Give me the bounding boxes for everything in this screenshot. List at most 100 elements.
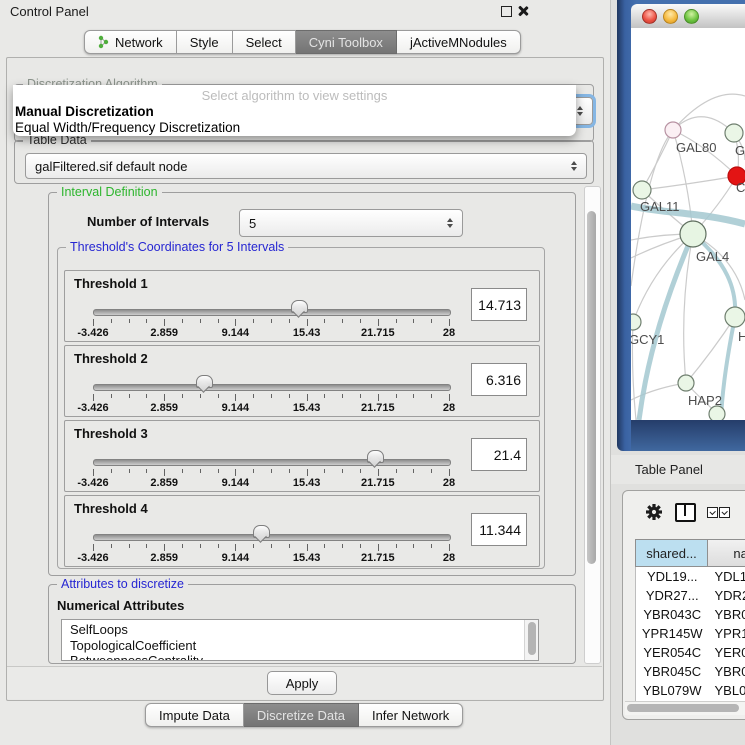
slider-track[interactable] xyxy=(93,534,451,541)
table-row[interactable]: YPR145WYPR1 xyxy=(636,624,745,643)
table-cell[interactable]: YBL0 xyxy=(709,683,745,698)
table-cell[interactable]: YBR0 xyxy=(709,607,745,622)
panel-scrollbar[interactable] xyxy=(584,186,601,664)
numerical-attributes-label: Numerical Attributes xyxy=(57,598,184,613)
node-top-right[interactable] xyxy=(725,124,743,142)
list-scrollbar[interactable] xyxy=(524,620,538,660)
network-edge-thick[interactable] xyxy=(721,317,735,420)
slider-thumb[interactable] xyxy=(253,525,270,538)
select-none-checkbox-icon[interactable] xyxy=(719,507,730,518)
table-row[interactable]: YBL079WYBL0 xyxy=(636,681,745,700)
table-hscrollbar-thumb[interactable] xyxy=(627,704,739,712)
threshold-value-field[interactable]: 14.713 xyxy=(471,288,527,321)
table-cell[interactable]: YPR145W xyxy=(636,626,709,641)
network-edge[interactable] xyxy=(642,176,737,190)
number-of-intervals-select[interactable]: 5 xyxy=(239,209,463,237)
network-window-titlebar[interactable] xyxy=(631,4,745,29)
slider-track[interactable] xyxy=(93,459,451,466)
float-panel-icon[interactable] xyxy=(501,6,512,17)
table-panel-title: Table Panel xyxy=(611,455,745,484)
node-gal4[interactable] xyxy=(680,221,706,247)
table-cell[interactable]: YDL19... xyxy=(636,569,709,584)
zoom-window-icon[interactable] xyxy=(684,9,699,24)
slider-tick xyxy=(146,394,147,398)
slider-thumb[interactable] xyxy=(291,300,308,313)
tab-label: Discretize Data xyxy=(257,708,345,723)
slider-tick xyxy=(271,319,272,323)
table-cell[interactable]: YBL079W xyxy=(636,683,709,698)
attribute-list-item[interactable]: SelfLoops xyxy=(62,622,538,638)
threshold-value-field[interactable]: 21.4 xyxy=(471,438,527,471)
node-pink[interactable] xyxy=(665,122,681,138)
slider-tick xyxy=(378,394,379,401)
gear-icon[interactable] xyxy=(645,503,663,521)
network-canvas[interactable]: GAL80GACGAL11GAL4GCY1HHAP2 xyxy=(631,28,745,420)
slider-thumb[interactable] xyxy=(367,450,384,463)
split-columns-icon[interactable] xyxy=(675,503,696,522)
table-data-select[interactable]: galFiltered.sif default node xyxy=(25,153,587,179)
slider-track[interactable] xyxy=(93,384,451,391)
slider-tick xyxy=(378,469,379,476)
slider-tick xyxy=(235,544,236,551)
table-row[interactable]: YER054CYER0 xyxy=(636,643,745,662)
threshold-value-field[interactable]: 11.344 xyxy=(471,513,527,546)
attribute-list-item[interactable]: BetweennessCentrality xyxy=(62,653,538,661)
node-hap2[interactable] xyxy=(678,375,694,391)
tab-network[interactable]: Network xyxy=(84,30,177,54)
tab-select[interactable]: Select xyxy=(233,30,296,54)
table-cell[interactable]: YDL1 xyxy=(709,569,745,584)
network-edge[interactable] xyxy=(631,383,686,400)
node-gcy1[interactable] xyxy=(631,314,641,330)
slider-thumb[interactable] xyxy=(196,375,213,388)
slider-tick xyxy=(431,319,432,323)
table-cell[interactable]: YBR043C xyxy=(636,607,709,622)
node-right[interactable] xyxy=(725,307,745,327)
network-edge-thick[interactable] xyxy=(693,234,735,317)
column-header-2[interactable]: na... xyxy=(708,539,745,567)
table-row[interactable]: YDR27...YDR2 xyxy=(636,586,745,605)
slider-tick xyxy=(111,544,112,548)
node-gal11[interactable] xyxy=(633,181,651,199)
table-header-row: shared...na... xyxy=(635,539,745,567)
table-row[interactable]: YDL19...YDL1 xyxy=(636,567,745,586)
slider-tick-label: 21.715 xyxy=(361,552,395,564)
table-cell[interactable]: YDR2 xyxy=(709,588,745,603)
tab-discretize-data[interactable]: Discretize Data xyxy=(244,703,359,727)
table-cell[interactable]: YPR1 xyxy=(709,626,745,641)
threshold-label: Threshold 3 xyxy=(74,426,148,441)
close-window-icon[interactable] xyxy=(642,9,657,24)
tab-jactivemnodules[interactable]: jActiveMNodules xyxy=(397,30,521,54)
attribute-list-item[interactable]: TopologicalCoefficient xyxy=(62,638,538,654)
table-hscrollbar[interactable] xyxy=(625,701,745,715)
column-header-1[interactable]: shared... xyxy=(635,539,708,567)
numerical-attributes-list[interactable]: SelfLoopsTopologicalCoefficientBetweenne… xyxy=(61,619,539,661)
threshold-row: Threshold 2-3.4262.8599.14415.4321.71528… xyxy=(64,345,540,417)
table-cell[interactable]: YBR0 xyxy=(709,664,745,679)
threshold-value-field[interactable]: 6.316 xyxy=(471,363,527,396)
node-bottom[interactable] xyxy=(709,406,725,420)
select-all-checkbox-icon[interactable] xyxy=(707,507,718,518)
interval-definition-group-title: Interval Definition xyxy=(57,185,162,199)
tab-impute-data[interactable]: Impute Data xyxy=(145,703,244,727)
table-row[interactable]: YBR045CYBR0 xyxy=(636,662,745,681)
algorithm-option[interactable]: Manual Discretization xyxy=(13,104,576,120)
network-node-label: GAL11 xyxy=(640,199,680,214)
table-cell[interactable]: YER054C xyxy=(636,645,709,660)
tab-cyni-toolbox[interactable]: Cyni Toolbox xyxy=(296,30,397,54)
table-cell[interactable]: YBR045C xyxy=(636,664,709,679)
algorithm-option[interactable]: Equal Width/Frequency Discretization xyxy=(13,120,576,136)
table-cell[interactable]: YDR27... xyxy=(636,588,709,603)
table-cell[interactable]: YER0 xyxy=(709,645,745,660)
panel-scrollbar-thumb[interactable] xyxy=(587,211,596,564)
table-row[interactable]: YBR043CYBR0 xyxy=(636,605,745,624)
number-of-intervals-value: 5 xyxy=(240,216,442,231)
tab-style[interactable]: Style xyxy=(177,30,233,54)
tab-infer-network[interactable]: Infer Network xyxy=(359,703,463,727)
close-panel-icon[interactable] xyxy=(517,5,529,17)
network-graph[interactable]: GAL80GACGAL11GAL4GCY1HHAP2 xyxy=(631,28,745,420)
algorithm-dropdown-popup: Select algorithm to view settings Manual… xyxy=(13,85,576,136)
minimize-window-icon[interactable] xyxy=(663,9,678,24)
slider-track[interactable] xyxy=(93,309,451,316)
apply-button[interactable]: Apply xyxy=(267,671,337,695)
slider-tick xyxy=(360,394,361,398)
